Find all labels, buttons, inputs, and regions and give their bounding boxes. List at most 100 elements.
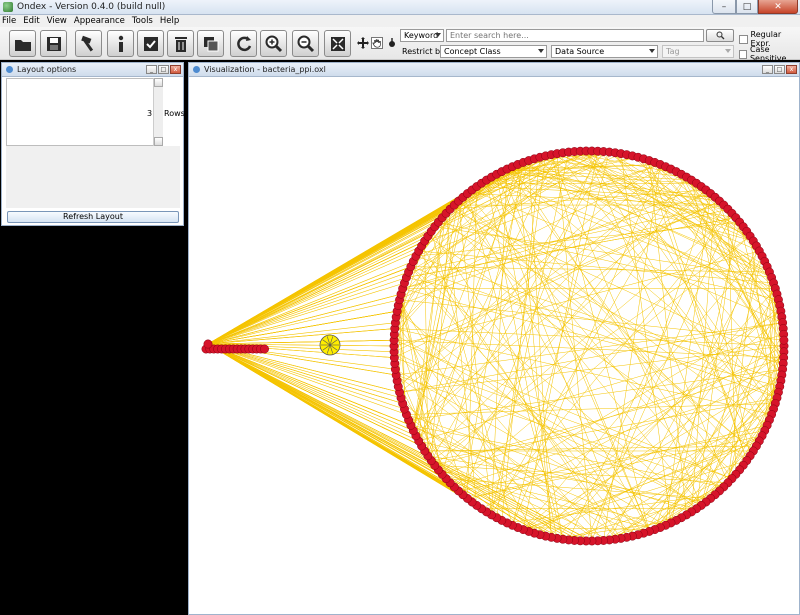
layout-list[interactable] xyxy=(6,78,163,146)
graph-edge xyxy=(654,380,782,530)
tools-button[interactable] xyxy=(75,30,102,57)
visualization-titlebar[interactable]: Visualization - bacteria_ppi.oxl _ □ x xyxy=(189,63,799,77)
window-title: Ondex - Version 0.4.0 (build null) xyxy=(17,2,166,12)
graph-edge xyxy=(207,343,473,503)
info-button[interactable] xyxy=(107,30,134,57)
menu-help[interactable]: Help xyxy=(160,16,179,26)
frame-maximize-button[interactable]: □ xyxy=(774,65,785,74)
graph-edge xyxy=(400,154,552,295)
graph-edge xyxy=(517,164,552,538)
graph-edge xyxy=(609,256,763,541)
layout-options-title: Layout options xyxy=(17,65,77,74)
graph-edge xyxy=(394,339,784,358)
visualization-title: Visualization - bacteria_ppi.oxl xyxy=(204,65,326,74)
graph-edge xyxy=(534,351,785,534)
minimize-button[interactable]: – xyxy=(712,0,736,14)
menu-view[interactable]: View xyxy=(47,16,67,26)
graph-edge xyxy=(207,343,447,479)
graph-edge xyxy=(701,408,774,506)
data-source-select[interactable]: Data Source xyxy=(551,45,658,58)
refresh-button[interactable] xyxy=(230,30,257,57)
graph-edge xyxy=(471,189,783,323)
chevron-down-icon xyxy=(538,49,544,53)
frame-close-button[interactable]: x xyxy=(786,65,797,74)
search-icon xyxy=(716,31,724,40)
graph-node[interactable] xyxy=(260,344,269,354)
layout-options-body xyxy=(6,146,180,208)
spinner-up-button[interactable] xyxy=(154,78,163,87)
menu-tools[interactable]: Tools xyxy=(132,16,153,26)
fit-view-button[interactable] xyxy=(324,30,351,57)
case-sensitive-checkbox[interactable]: Case Sensitive xyxy=(739,45,800,63)
open-folder-icon xyxy=(14,39,31,51)
graph-edge xyxy=(207,271,409,345)
zoom-in-icon xyxy=(265,35,282,52)
open-button[interactable] xyxy=(9,30,36,57)
pointer-tool[interactable] xyxy=(386,37,398,49)
zoom-out-icon xyxy=(297,35,314,52)
close-button[interactable]: ✕ xyxy=(758,0,798,14)
frame-maximize-button[interactable]: □ xyxy=(158,65,169,74)
move-tool[interactable] xyxy=(357,37,369,49)
graph-edges xyxy=(207,150,785,542)
graph-edge xyxy=(556,153,593,542)
frame-minimize-button[interactable]: _ xyxy=(762,65,773,74)
rows-spinner[interactable] xyxy=(153,78,163,146)
menu-bar: File Edit View Appearance Tools Help xyxy=(0,15,800,27)
chevron-down-icon xyxy=(725,49,731,53)
move-icon xyxy=(357,37,369,49)
layout-options-titlebar[interactable]: Layout options _ □ x xyxy=(2,63,183,77)
save-button[interactable] xyxy=(40,30,67,57)
menu-edit[interactable]: Edit xyxy=(23,16,39,26)
hammer-icon xyxy=(80,35,93,51)
regex-checkbox-box[interactable] xyxy=(739,34,748,44)
concept-class-value: Concept Class xyxy=(444,47,501,56)
graph-edge xyxy=(207,343,575,541)
copy-button[interactable] xyxy=(197,30,224,57)
info-icon xyxy=(118,35,123,52)
graph-hub-node[interactable] xyxy=(203,339,213,349)
menu-appearance[interactable]: Appearance xyxy=(74,16,125,26)
network-graph-canvas[interactable] xyxy=(189,77,799,614)
app-titlebar: Ondex - Version 0.4.0 (build null) – □ ✕ xyxy=(0,0,800,15)
frame-close-button[interactable]: x xyxy=(170,65,181,74)
spinner-down-button[interactable] xyxy=(154,137,163,146)
chevron-down-icon xyxy=(435,33,441,37)
graph-edge xyxy=(207,299,400,345)
ondex-app-icon xyxy=(3,2,13,12)
delete-button[interactable] xyxy=(167,30,194,57)
data-source-value: Data Source xyxy=(555,47,605,56)
search-mode-value: Keyword xyxy=(404,31,439,40)
graph-edge xyxy=(207,343,422,447)
copy-icon xyxy=(203,36,218,51)
zoom-in-button[interactable] xyxy=(260,30,287,57)
frame-minimize-button[interactable]: _ xyxy=(146,65,157,74)
frame-icon xyxy=(6,66,13,73)
graph-edge xyxy=(207,261,414,345)
graph-edge xyxy=(408,271,644,534)
layout-options-controls: _ □ x xyxy=(145,65,181,74)
graph-edge xyxy=(207,282,405,345)
refresh-icon xyxy=(236,35,251,51)
search-mode-select[interactable]: Keyword xyxy=(400,29,444,42)
pointer-icon xyxy=(389,38,395,47)
search-input[interactable] xyxy=(446,29,704,42)
graph-edge xyxy=(523,374,782,530)
search-button[interactable] xyxy=(706,29,734,42)
visualization-controls: _ □ x xyxy=(761,65,797,74)
menu-file[interactable]: File xyxy=(2,16,16,26)
window-controls: – □ ✕ xyxy=(712,0,798,14)
graph-edge xyxy=(207,245,422,345)
refresh-layout-button[interactable]: Refresh Layout xyxy=(7,211,179,223)
trash-icon xyxy=(174,36,187,52)
hand-tool[interactable] xyxy=(371,37,383,49)
concept-class-select[interactable]: Concept Class xyxy=(440,45,547,58)
maximize-button[interactable]: □ xyxy=(736,0,758,14)
frame-icon xyxy=(193,66,200,73)
graph-edge xyxy=(481,345,785,509)
save-icon xyxy=(46,36,61,51)
zoom-out-button[interactable] xyxy=(292,30,319,57)
graph-node[interactable] xyxy=(779,335,789,345)
case-checkbox-box[interactable] xyxy=(739,49,747,59)
select-button[interactable] xyxy=(137,30,164,57)
